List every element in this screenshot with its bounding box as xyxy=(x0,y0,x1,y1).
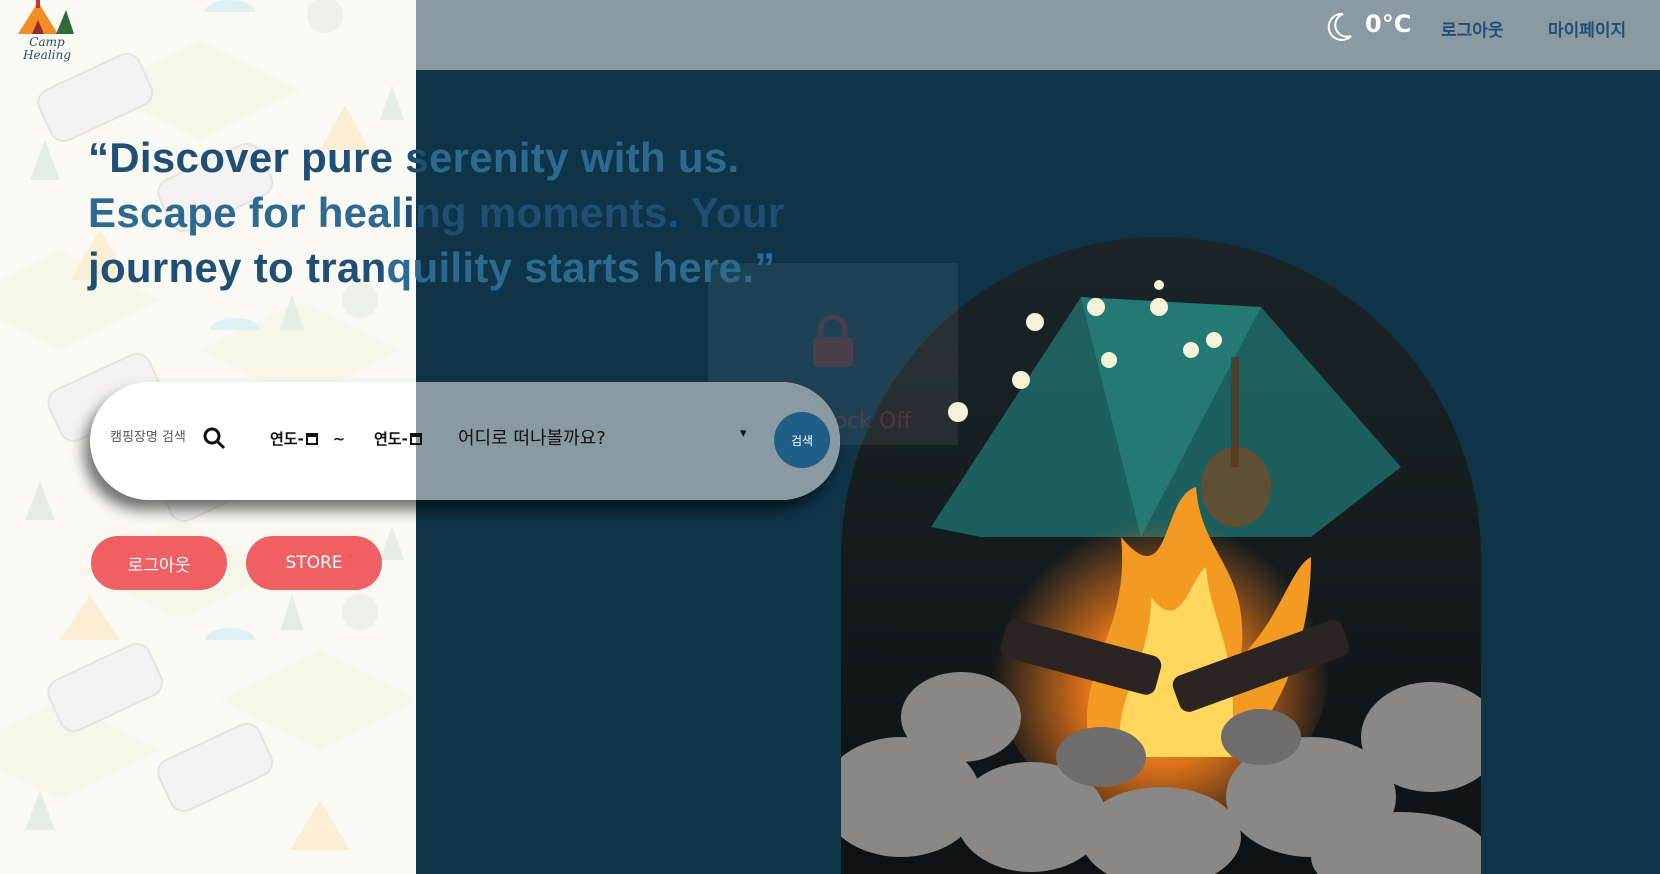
end-date-value: 연도- xyxy=(374,430,408,448)
calendar-icon[interactable] xyxy=(305,433,318,445)
calendar-icon[interactable] xyxy=(409,433,422,445)
hero-quote: “Discover pure serenity with us. Escape … xyxy=(88,130,828,295)
logo-wordmark: Camp Healing xyxy=(20,36,74,62)
search-field[interactable] xyxy=(108,426,202,446)
chevron-down-icon[interactable]: ▾ xyxy=(740,426,747,441)
mypage-link[interactable]: 마이페이지 xyxy=(1548,16,1626,41)
store-button[interactable]: STORE xyxy=(246,536,382,590)
lock-icon xyxy=(813,314,853,367)
search-icon[interactable] xyxy=(202,426,226,450)
quote-part-4: quility starts here.” xyxy=(386,244,776,291)
temperature-display: 0°C xyxy=(1365,10,1412,38)
date-range-separator: ~ xyxy=(332,430,346,448)
quote-part-1: “Discover pure s xyxy=(88,134,429,181)
logout-link[interactable]: 로그아웃 xyxy=(1441,16,1504,41)
end-date-input[interactable]: 연도- xyxy=(374,428,422,449)
search-submit-button[interactable]: 검색 xyxy=(774,412,830,468)
logo-word-healing: Healing xyxy=(23,48,71,62)
moon-icon xyxy=(1327,12,1352,41)
start-date-input[interactable]: 연도- ~ xyxy=(270,428,345,449)
logout-button[interactable]: 로그아웃 xyxy=(91,536,227,590)
campsite-search-input[interactable] xyxy=(108,429,202,446)
destination-select[interactable]: 어디로 떠나볼까요? xyxy=(458,424,606,450)
search-bar: 연도- ~ 연도- 어디로 떠나볼까요? ▾ 검색 xyxy=(90,382,840,500)
start-date-value: 연도- xyxy=(270,430,304,448)
